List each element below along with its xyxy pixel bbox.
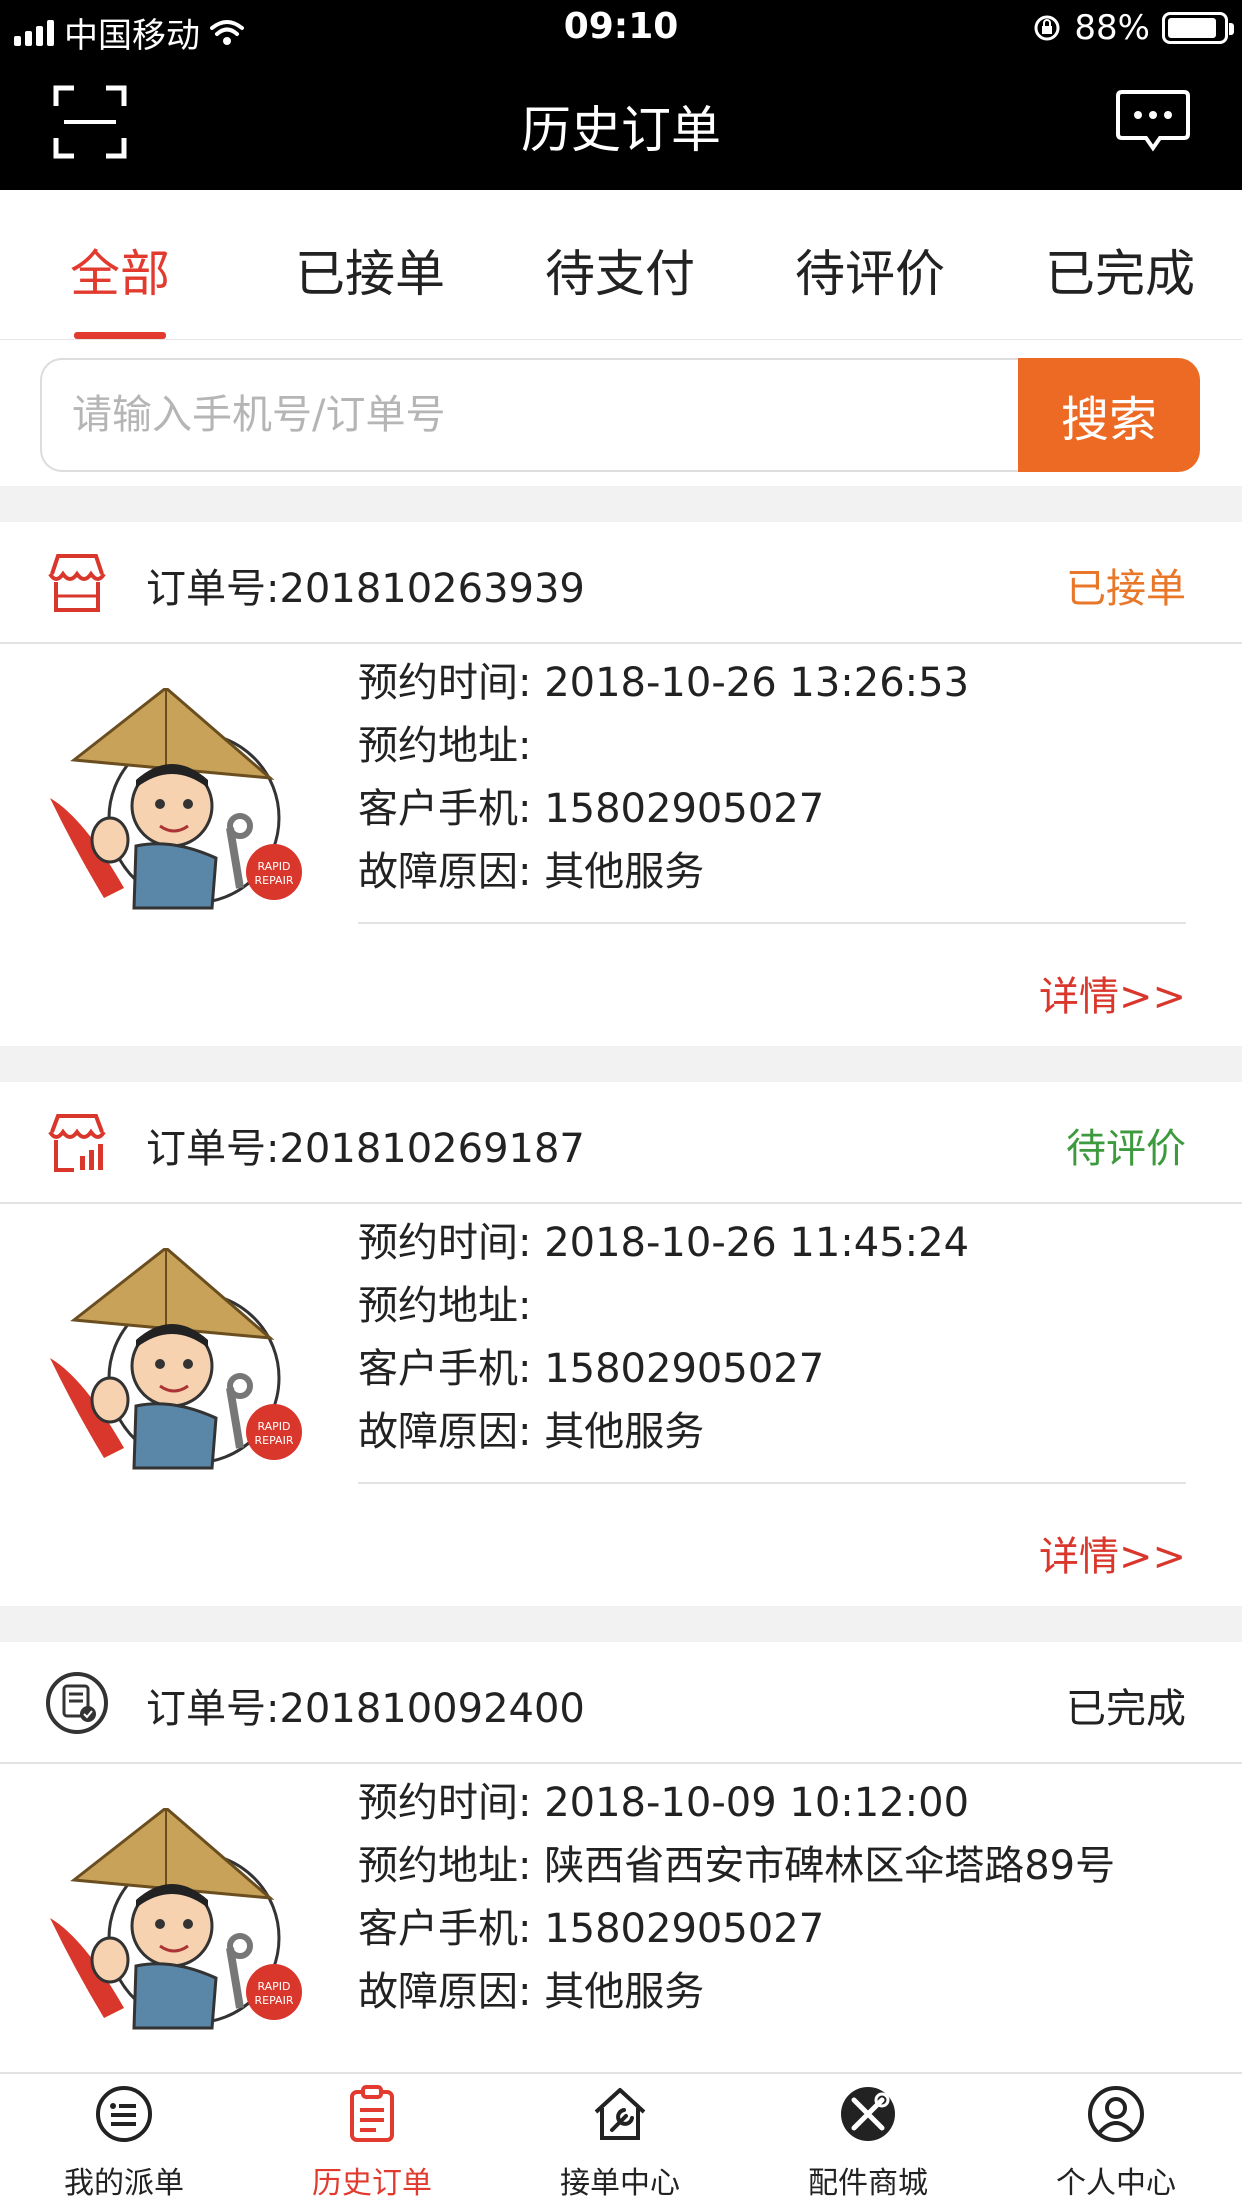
appointment-time-row: 预约时间: 2018-10-09 10:12:00 — [358, 1780, 970, 1826]
order-card[interactable]: 订单号:201810092400 已完成 RAPID REPAIR 预约时间: … — [0, 1642, 1242, 2072]
order-number: 201810269187 — [279, 1126, 585, 1172]
repair-mascot-image: RAPID REPAIR — [50, 688, 302, 910]
appointment-address-row: 预约地址: — [358, 723, 532, 769]
order-filter-tabs: 全部 已接单 待支付 待评价 已完成 — [0, 190, 1242, 340]
customer-phone: 15802905027 — [544, 1346, 825, 1392]
fault-reason: 其他服务 — [544, 1969, 705, 2015]
nav-personal-center[interactable]: 个人中心 — [992, 2074, 1240, 2208]
document-check-icon — [46, 1672, 108, 1734]
svg-text:REPAIR: REPAIR — [255, 1434, 294, 1447]
appointment-time-row: 预约时间: 2018-10-26 11:45:24 — [358, 1220, 970, 1266]
appointment-address-row: 预约地址: 陕西省西安市碑林区伞塔路89号 — [358, 1843, 1116, 1889]
user-circle-icon — [1088, 2086, 1144, 2142]
message-icon[interactable] — [1116, 88, 1190, 154]
nav-label: 我的派单 — [64, 2166, 184, 2201]
nav-label: 接单中心 — [560, 2166, 680, 2201]
appointment-address: 陕西省西安市碑林区伞塔路89号 — [544, 1843, 1116, 1889]
status-bar: 中国移动 09:10 88% — [0, 0, 1242, 56]
nav-label: 个人中心 — [1056, 2166, 1176, 2201]
svg-text:REPAIR: REPAIR — [255, 1994, 294, 2007]
storefront-icon — [48, 554, 106, 612]
order-info: 预约时间: 2018-10-09 10:12:00 预约地址: 陕西省西安市碑林… — [358, 1772, 1115, 2024]
order-card-header: 订单号:201810092400 已完成 — [0, 1642, 1242, 1764]
search-input[interactable] — [40, 358, 1020, 472]
order-card[interactable]: 订单号:201810263939 已接单 RAPID REPAIR 预约时间: … — [0, 522, 1242, 1046]
order-info: 预约时间: 2018-10-26 11:45:24 预约地址: 客户手机: 15… — [358, 1212, 969, 1464]
appointment-address-row: 预约地址: — [358, 1283, 532, 1329]
fault-reason-row: 故障原因: 其他服务 — [358, 1409, 705, 1455]
divider — [358, 1482, 1186, 1484]
repair-mascot-image: RAPID REPAIR — [50, 1248, 302, 1470]
customer-phone-row: 客户手机: 15802905027 — [358, 786, 825, 832]
clipboard-icon — [350, 2085, 394, 2142]
order-card-header: 订单号:201810269187 待评价 — [0, 1082, 1242, 1204]
battery-icon — [1162, 12, 1234, 44]
order-card-header: 订单号:201810263939 已接单 — [0, 522, 1242, 644]
battery-percent: 88% — [1074, 8, 1150, 48]
order-number: 201810263939 — [279, 566, 585, 612]
tab-all[interactable]: 全部 — [20, 234, 220, 306]
tab-completed[interactable]: 已完成 — [1020, 234, 1220, 306]
nav-label: 配件商城 — [808, 2166, 928, 2201]
appointment-time: 2018-10-26 13:26:53 — [544, 660, 970, 706]
customer-phone-row: 客户手机: 15802905027 — [358, 1906, 825, 1952]
svg-text:REPAIR: REPAIR — [255, 874, 294, 887]
repair-mascot-image: RAPID REPAIR — [50, 1808, 302, 2030]
order-status: 已完成 — [1066, 1686, 1186, 1732]
order-info: 预约时间: 2018-10-26 13:26:53 预约地址: 客户手机: 15… — [358, 652, 969, 904]
fault-reason: 其他服务 — [544, 849, 705, 895]
order-status: 已接单 — [1066, 566, 1186, 612]
nav-order-center[interactable]: 接单中心 — [496, 2074, 744, 2208]
tab-pending-review[interactable]: 待评价 — [770, 234, 970, 306]
appointment-time: 2018-10-09 10:12:00 — [544, 1780, 970, 1826]
shop-chart-icon — [48, 1114, 106, 1172]
customer-phone: 15802905027 — [544, 786, 825, 832]
fault-reason: 其他服务 — [544, 1409, 705, 1455]
order-number-label: 订单号: — [146, 1686, 280, 1732]
appointment-time-row: 预约时间: 2018-10-26 13:26:53 — [358, 660, 970, 706]
nav-history-orders[interactable]: 历史订单 — [248, 2074, 496, 2208]
search-button[interactable]: 搜索 — [1018, 358, 1200, 472]
appointment-time: 2018-10-26 11:45:24 — [544, 1220, 970, 1266]
fault-reason-row: 故障原因: 其他服务 — [358, 1969, 705, 2015]
svg-text:RAPID: RAPID — [257, 860, 290, 873]
house-wrench-icon — [594, 2088, 646, 2140]
order-status: 待评价 — [1066, 1126, 1186, 1172]
fault-reason-row: 故障原因: 其他服务 — [358, 849, 705, 895]
nav-parts-mall[interactable]: 配件商城 — [744, 2074, 992, 2208]
nav-label: 历史订单 — [312, 2166, 432, 2201]
active-tab-indicator — [74, 332, 166, 339]
details-link[interactable]: 详情>> — [1039, 1524, 1186, 1582]
svg-text:RAPID: RAPID — [257, 1420, 290, 1433]
tab-accepted[interactable]: 已接单 — [270, 234, 470, 306]
customer-phone-row: 客户手机: 15802905027 — [358, 1346, 825, 1392]
divider — [358, 922, 1186, 924]
customer-phone: 15802905027 — [544, 1906, 825, 1952]
rotation-lock-icon — [1034, 15, 1060, 41]
search-bar: 搜索 — [0, 340, 1242, 486]
nav-my-dispatch[interactable]: 我的派单 — [0, 2074, 248, 2208]
order-number-label: 订单号: — [146, 566, 280, 612]
bottom-tab-bar: 我的派单 历史订单 接单中心 配件商城 个人中心 — [0, 2072, 1242, 2208]
svg-text:RAPID: RAPID — [257, 1980, 290, 1993]
order-number-label: 订单号: — [146, 1126, 280, 1172]
details-link[interactable]: 详情>> — [1039, 964, 1186, 1022]
tools-circle-icon — [841, 2087, 895, 2141]
order-card[interactable]: 订单号:201810269187 待评价 RAPID REPAIR 预约时间: … — [0, 1082, 1242, 1606]
page-title: 历史订单 — [521, 101, 721, 159]
top-bar: 中国移动 09:10 88% 历史订单 — [0, 0, 1242, 190]
order-number: 201810092400 — [279, 1686, 585, 1732]
list-circle-icon — [96, 2086, 152, 2142]
tab-pending-payment[interactable]: 待支付 — [520, 234, 720, 306]
